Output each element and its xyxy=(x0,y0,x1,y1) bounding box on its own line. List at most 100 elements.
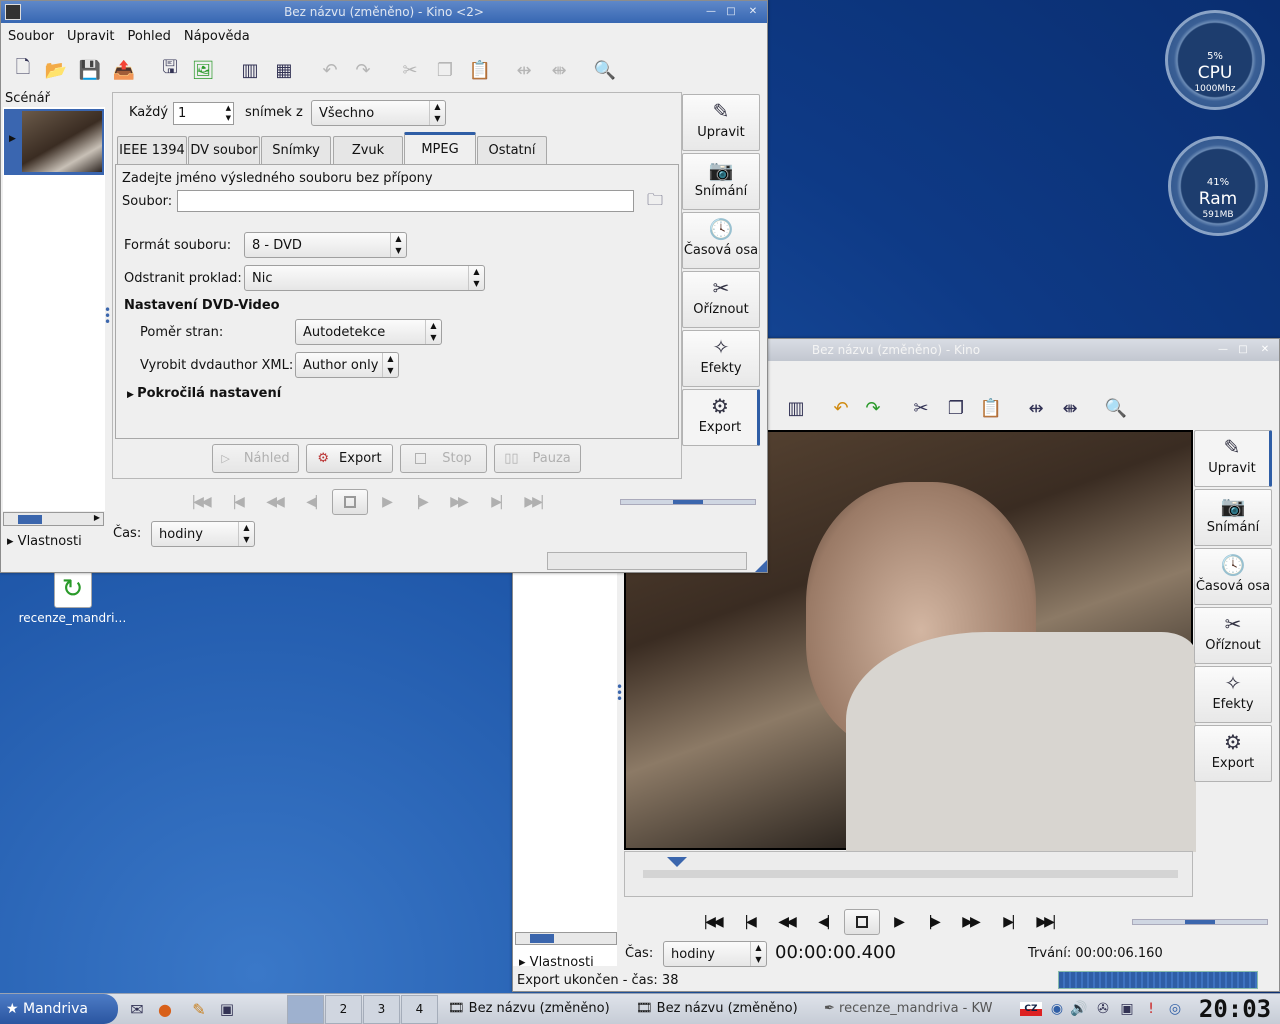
copy-icon[interactable]: ❐ xyxy=(943,395,969,421)
desktop-file-icon[interactable]: ↻ recenze_mandri… xyxy=(10,570,135,625)
join-icon[interactable]: ⇹ xyxy=(511,57,537,83)
app-menu-icon[interactable] xyxy=(5,4,21,20)
scroll-thumb[interactable] xyxy=(18,515,42,524)
side-oriznout-button[interactable]: ✂ Oříznout xyxy=(1194,607,1272,664)
desktop-3[interactable]: 3 xyxy=(363,995,400,1024)
stop-button[interactable]: Stop xyxy=(400,444,487,473)
storyboard-thumbnail[interactable]: ▶ xyxy=(4,109,104,175)
task-kino[interactable]: 🎞 Bez názvu (změněno) xyxy=(636,997,816,1021)
desktop-1[interactable] xyxy=(287,995,324,1024)
menu-upravit[interactable]: Upravit xyxy=(60,25,120,44)
splitter-handle[interactable]: • • • xyxy=(616,681,623,705)
task-kword[interactable]: ✒ recenze_mandriva - KW xyxy=(824,997,1006,1021)
tray-display-icon[interactable]: ▣ xyxy=(1114,996,1140,1022)
spinner-arrows-icon[interactable]: ▲ ▼ xyxy=(226,103,231,123)
email-launcher-icon[interactable]: ✉ xyxy=(124,996,150,1022)
splitter-handle[interactable]: • • • xyxy=(104,304,111,328)
keyboard-layout-flag[interactable]: CZ xyxy=(1020,1002,1042,1016)
frame-step-spinner[interactable]: 1 ▲ ▼ xyxy=(173,102,234,125)
save-frame-icon[interactable]: 🖫 xyxy=(157,57,183,83)
rewind-icon[interactable]: ◀◀ xyxy=(262,490,286,514)
format-select[interactable]: 8 - DVD ▲ ▼ xyxy=(244,232,407,258)
frame-range-select[interactable]: Všechno ▲ ▼ xyxy=(311,100,446,126)
maximize-icon[interactable]: □ xyxy=(1237,344,1249,356)
play-icon[interactable]: ▶ xyxy=(886,910,910,934)
maximize-icon[interactable]: □ xyxy=(725,6,737,18)
side-snimani-button[interactable]: 📷 Snímání xyxy=(1194,489,1272,546)
split-icon[interactable]: ⇼ xyxy=(546,57,572,83)
volume-tray-icon[interactable]: 🔊 xyxy=(1066,996,1092,1022)
save-icon[interactable]: 💾 xyxy=(77,57,103,83)
terminal-launcher-icon[interactable]: ▣ xyxy=(214,996,240,1022)
tab-snimky[interactable]: Snímky xyxy=(261,136,331,164)
time-unit-select[interactable]: hodiny ▲ ▼ xyxy=(663,941,767,967)
insert-frame-icon[interactable]: ▥ xyxy=(237,57,263,83)
task-kino-2[interactable]: 🎞 Bez názvu (změněno) xyxy=(448,997,630,1021)
alert-icon[interactable]: ! xyxy=(1138,996,1164,1022)
split-icon[interactable]: ⇼ xyxy=(1057,395,1083,421)
minimize-icon[interactable]: — xyxy=(705,6,717,18)
export-button[interactable]: ⚙ Export xyxy=(306,444,393,473)
firefox-launcher-icon[interactable]: ● xyxy=(152,996,178,1022)
tray-tools-icon[interactable]: ✇ xyxy=(1090,996,1116,1022)
storyboard-scrollbar[interactable]: ▶ xyxy=(3,512,104,526)
save-still-icon[interactable]: 🖼 xyxy=(190,57,216,83)
window-titlebar[interactable]: Bez názvu (změněno) - Kino <2> — □ ✕ xyxy=(1,1,767,23)
side-oriznout-button[interactable]: ✂ Oříznout xyxy=(682,271,760,328)
deinterlace-select[interactable]: Nic ▲ ▼ xyxy=(244,265,485,291)
pause-button[interactable]: ▯▯ Pauza xyxy=(494,444,581,473)
forward-icon[interactable]: ▶▶ xyxy=(446,490,470,514)
scroll-thumb[interactable] xyxy=(530,934,554,943)
join-icon[interactable]: ⇹ xyxy=(1023,395,1049,421)
menu-soubor[interactable]: Soubor xyxy=(1,25,60,44)
zoom-icon[interactable]: 🔍 xyxy=(592,57,618,83)
office-launcher-icon[interactable]: ✎ xyxy=(186,996,212,1022)
redo-icon[interactable]: ↷ xyxy=(350,57,376,83)
properties-expander[interactable]: ▸ Vlastnosti xyxy=(519,955,594,970)
menu-pohled[interactable]: Pohled xyxy=(120,25,176,44)
rewind-icon[interactable]: ◀◀ xyxy=(774,910,798,934)
volume-thumb[interactable] xyxy=(1185,920,1215,924)
fx-frame-icon[interactable]: ▦ xyxy=(271,57,297,83)
prev-scene-icon[interactable]: |◀ xyxy=(225,490,249,514)
properties-expander[interactable]: ▸ Vlastnosti xyxy=(7,534,82,549)
tab-dv-soubor[interactable]: DV soubor xyxy=(188,136,260,164)
side-upravit-button[interactable]: ✎ Upravit xyxy=(682,94,760,151)
side-efekty-button[interactable]: ✧ Efekty xyxy=(682,330,760,387)
tray-update-icon[interactable]: ◎ xyxy=(1162,996,1188,1022)
undo-icon[interactable]: ↶ xyxy=(828,395,854,421)
clock[interactable]: 20:03 xyxy=(1195,994,1275,1024)
advanced-expander[interactable]: ▶ Pokročilá nastavení xyxy=(127,386,281,401)
side-efekty-button[interactable]: ✧ Efekty xyxy=(1194,666,1272,723)
copy-icon[interactable]: ❐ xyxy=(432,57,458,83)
menu-napoveda[interactable]: Nápověda xyxy=(177,25,256,44)
forward-icon[interactable]: ▶▶ xyxy=(958,910,982,934)
side-casova-osa-button[interactable]: 🕓 Časová osa xyxy=(682,212,760,269)
close-icon[interactable]: ✕ xyxy=(747,6,759,18)
file-name-input[interactable] xyxy=(177,190,634,212)
side-export-button[interactable]: ⚙ Export xyxy=(682,389,760,446)
scroll-right-icon[interactable]: ▶ xyxy=(94,513,100,522)
expand-arrow-icon[interactable]: ▶ xyxy=(9,134,16,144)
scrub-marker-icon[interactable] xyxy=(667,857,687,867)
volume-thumb[interactable] xyxy=(673,500,703,504)
undo-icon[interactable]: ↶ xyxy=(317,57,343,83)
browse-folder-icon[interactable]: 🗀 xyxy=(643,190,667,214)
next-scene-icon[interactable]: ▶| xyxy=(996,910,1020,934)
play-icon[interactable]: ▶ xyxy=(374,490,398,514)
storyboard-scrollbar[interactable] xyxy=(515,932,617,945)
time-unit-select[interactable]: hodiny ▲ ▼ xyxy=(151,521,255,547)
prev-frame-icon[interactable]: ◀| xyxy=(299,490,323,514)
close-icon[interactable]: ✕ xyxy=(1259,344,1271,356)
start-button[interactable]: ★ Mandriva xyxy=(0,994,118,1024)
minimize-icon[interactable]: — xyxy=(1217,344,1229,356)
go-end-icon[interactable]: ▶▶| xyxy=(521,490,545,514)
stop-transport-button[interactable] xyxy=(844,909,880,935)
tab-zvuk[interactable]: Zvuk xyxy=(333,136,403,164)
timeline-scrubber[interactable] xyxy=(624,851,1193,897)
paste-icon[interactable]: 📋 xyxy=(467,57,493,83)
tab-ostatni[interactable]: Ostatní xyxy=(477,136,547,164)
tab-ieee1394[interactable]: IEEE 1394 xyxy=(117,136,187,164)
cut-icon[interactable]: ✂ xyxy=(397,57,423,83)
open-folder-icon[interactable]: 📂 xyxy=(43,57,69,83)
